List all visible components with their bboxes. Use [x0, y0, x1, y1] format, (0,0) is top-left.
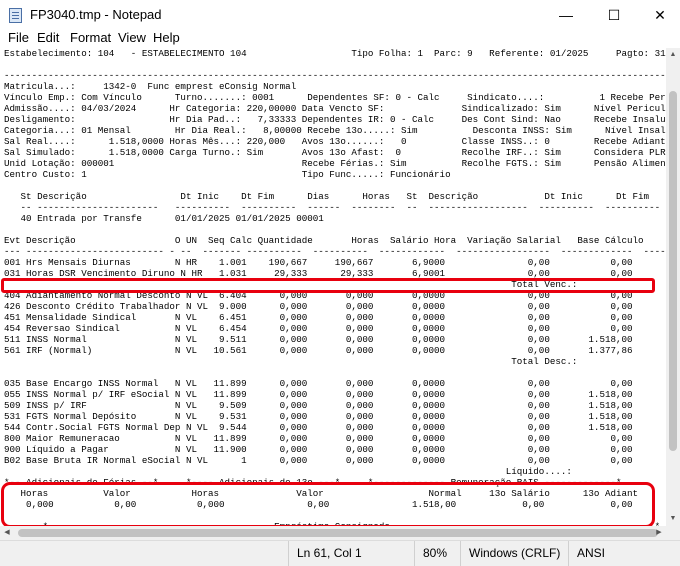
text-line: 511 INSS Normal N VL 9.511 0,000 0,000 0… — [4, 334, 666, 345]
text-line: 509 INSS p/ IRF N VL 9.509 0,000 0,000 0… — [4, 400, 666, 411]
menu-bar: File Edit Format View Help — [0, 30, 680, 48]
cursor-position: Ln 61, Col 1 — [288, 541, 414, 566]
vertical-scroll-thumb[interactable] — [669, 91, 677, 451]
text-line: B02 Base Bruta IR Normal eSocial N VL 1 … — [4, 455, 666, 466]
text-line: ----------------------------------------… — [4, 70, 666, 81]
text-line: Centro Custo: 1 Tipo Func.....: Funcioná… — [4, 169, 451, 180]
menu-help[interactable]: Help — [153, 30, 180, 45]
text-line: 531 FGTS Normal Depósito N VL 9.531 0,00… — [4, 411, 666, 422]
zoom-level: 80% — [414, 541, 460, 566]
line-ending: Windows (CRLF) — [460, 541, 568, 566]
text-line: 454 Reversao Sindical N VL 6.454 0,000 0… — [4, 323, 666, 334]
scrollbar-corner — [666, 526, 680, 540]
scroll-down-icon[interactable]: ▼ — [666, 512, 680, 526]
menu-file[interactable]: File — [8, 30, 29, 45]
text-line: Admissão....: 04/03/2024 Hr Categoria: 2… — [4, 103, 666, 114]
menu-format[interactable]: Format — [70, 30, 111, 45]
text-line: 561 IRF (Normal) N VL 10.561 0,000 0,000… — [4, 345, 666, 356]
text-line: 900 Líquido a Pagar N VL 11.900 0,000 0,… — [4, 444, 666, 455]
text-line: -- ---------------------- ---------- ---… — [20, 202, 661, 213]
text-line: 800 Maior Remuneracao N VL 11.899 0,000 … — [4, 433, 666, 444]
text-line: --- ------------------------- - -- -----… — [4, 246, 666, 257]
scroll-left-icon[interactable]: ◀ — [0, 526, 14, 540]
notepad-icon — [9, 8, 22, 23]
scroll-up-icon[interactable]: ▲ — [666, 48, 680, 62]
text-editor[interactable]: Estabelecimento: 104 - ESTABELECIMENTO 1… — [0, 48, 666, 540]
text-line: Matricula...: 1342-0 Func emprest eConsi… — [4, 81, 297, 92]
encoding: ANSI — [568, 541, 680, 566]
maximize-button[interactable]: ☐ — [591, 0, 637, 30]
text-line: Evt Descrição O UN Seq Calc Quantidade H… — [4, 235, 666, 246]
menu-view[interactable]: View — [118, 30, 146, 45]
text-line: 544 Contr.Social FGTS Normal Dep N VL 9.… — [4, 422, 666, 433]
status-bar: Ln 61, Col 1 80% Windows (CRLF) ANSI — [0, 540, 680, 566]
vertical-scrollbar[interactable]: ▲ ▼ — [666, 48, 680, 540]
text-line: Sal Real....: 1.518,0000 Horas Mês...: 2… — [4, 136, 666, 147]
text-line: Unid Lotação: 000001 Recebe Férias.: Sim… — [4, 158, 666, 169]
text-line: Vínculo Emp.: Com Vínculo Turno.......: … — [4, 92, 666, 103]
text-line: Categoria...: 01 Mensal Hr Dia Real.: 8,… — [4, 125, 666, 136]
minimize-button[interactable]: — — [543, 0, 589, 30]
text-line: Sal Simulado: 1.518,0000 Carga Turno.: S… — [4, 147, 666, 158]
window-title: FP3040.tmp - Notepad — [30, 7, 162, 22]
scroll-right-icon[interactable]: ▶ — [652, 526, 666, 540]
text-line: Líquido....: 289,23 + — [4, 466, 666, 477]
text-line: Estabelecimento: 104 - ESTABELECIMENTO 1… — [4, 48, 666, 59]
text-line: 035 Base Encargo INSS Normal N VL 11.899… — [4, 378, 666, 389]
text-line: Desligamento: Hr Dia Pad..: 7,33333 Depe… — [4, 114, 666, 125]
text-line: 426 Desconto Crédito Trabalhador N VL 9.… — [4, 301, 666, 312]
horizontal-scroll-thumb[interactable] — [18, 529, 658, 537]
highlight-emprestimo-consignado — [1, 482, 655, 528]
horizontal-scrollbar[interactable]: ◀ ▶ — [0, 526, 666, 540]
highlight-desconto-credito — [1, 278, 655, 293]
text-line: St Descrição Dt Inic Dt Fim Dias Horas S… — [20, 191, 650, 202]
text-line: Total Desc.: 1.228,77 - — [4, 356, 666, 367]
text-line: 40 Entrada por Transfe 01/01/2025 01/01/… — [4, 213, 324, 224]
text-line: 001 Hrs Mensais Diurnas N HR 1.001 190,6… — [4, 257, 666, 268]
menu-edit[interactable]: Edit — [37, 30, 59, 45]
close-button[interactable]: ✕ — [637, 0, 680, 30]
text-line: 451 Mensalidade Sindical N VL 6.451 0,00… — [4, 312, 666, 323]
text-line: 055 INSS Normal p/ IRF eSocial N VL 11.8… — [4, 389, 666, 400]
title-bar: FP3040.tmp - Notepad — ☐ ✕ — [0, 0, 680, 30]
